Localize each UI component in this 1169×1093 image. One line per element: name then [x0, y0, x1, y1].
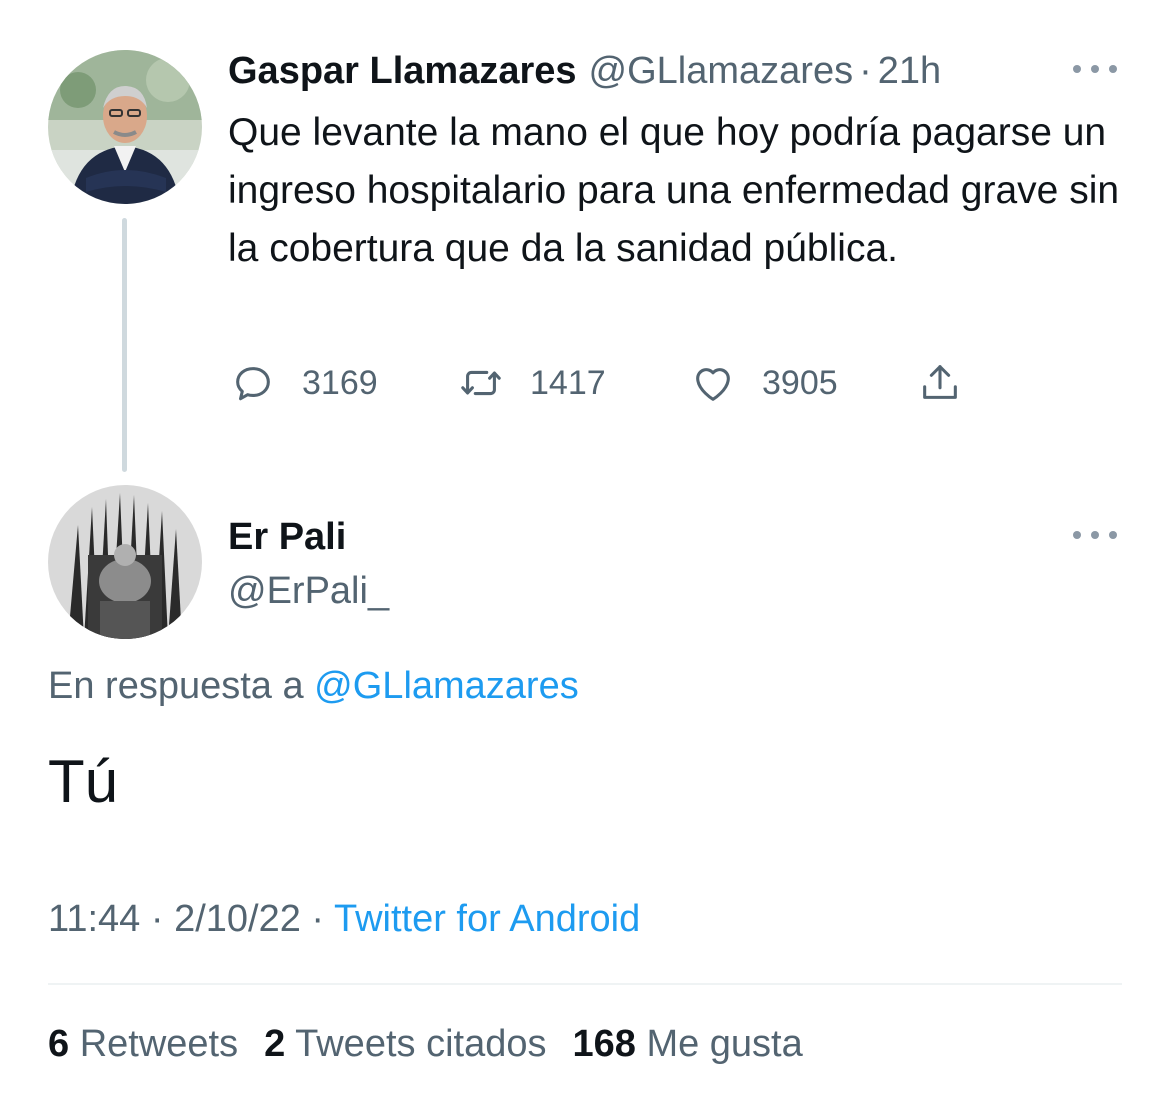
reply-author-handle[interactable]: @ErPali_: [228, 568, 389, 614]
share-action[interactable]: [917, 360, 963, 406]
likes-stat[interactable]: 168 Me gusta: [572, 1023, 802, 1065]
like-count: 3905: [762, 363, 838, 402]
avatar-iron-throne-icon: [48, 485, 202, 639]
quotes-count: 2: [264, 1023, 286, 1065]
tweet-date[interactable]: 2/10/22: [174, 898, 301, 940]
retweet-icon: [461, 370, 501, 396]
more-icon[interactable]: [1073, 62, 1117, 76]
meta-separator-2: ·: [311, 898, 325, 940]
quotes-stat[interactable]: 2 Tweets citados: [264, 1023, 546, 1065]
reply-action[interactable]: 3169: [230, 360, 378, 406]
more-icon-reply[interactable]: [1073, 528, 1117, 542]
avatar-photo-icon: [48, 50, 202, 204]
tweet-metadata: 11:44 · 2/10/22 · Twitter for Android: [48, 895, 640, 943]
tweet-source-link[interactable]: Twitter for Android: [334, 898, 640, 940]
in-reply-to: En respuesta a @GLlamazares: [48, 662, 579, 710]
share-icon: [923, 365, 957, 399]
retweets-label: Retweets: [79, 1023, 239, 1065]
like-action[interactable]: 3905: [690, 360, 838, 406]
thread-connector-line: [122, 218, 127, 472]
in-reply-handle-link[interactable]: @GLlamazares: [314, 665, 579, 707]
likes-count: 168: [572, 1023, 636, 1065]
quoted-tweet-header: Gaspar Llamazares @GLlamazares · 21h: [228, 48, 941, 94]
in-reply-prefix: En respuesta a: [48, 665, 304, 707]
quoted-author-handle[interactable]: @GLlamazares: [589, 50, 854, 92]
avatar-gaspar-llamazares[interactable]: [48, 50, 202, 204]
header-separator: ·: [859, 50, 872, 92]
engagement-stats: 6 Retweets 2 Tweets citados 168 Me gusta: [48, 1020, 803, 1068]
meta-separator: ·: [150, 898, 164, 940]
quoted-tweet-text: Que levante la mano el que hoy podría pa…: [228, 111, 1120, 270]
reply-tweet-text: Tú: [48, 748, 119, 815]
reply-author-name[interactable]: Er Pali: [228, 514, 346, 560]
quoted-author-name[interactable]: Gaspar Llamazares: [228, 50, 577, 92]
quotes-label: Tweets citados: [295, 1023, 547, 1065]
tweet-time[interactable]: 11:44: [48, 898, 140, 940]
quoted-tweet-time[interactable]: 21h: [878, 50, 941, 92]
reply-icon: [236, 367, 270, 401]
reply-count: 3169: [302, 363, 378, 402]
likes-label: Me gusta: [646, 1023, 803, 1065]
divider: [48, 983, 1122, 985]
retweets-stat[interactable]: 6 Retweets: [48, 1023, 238, 1065]
retweets-count: 6: [48, 1023, 70, 1065]
retweet-action[interactable]: 1417: [458, 360, 606, 406]
retweet-count: 1417: [530, 363, 606, 402]
avatar-er-pali[interactable]: [48, 485, 202, 639]
like-icon: [696, 368, 730, 401]
